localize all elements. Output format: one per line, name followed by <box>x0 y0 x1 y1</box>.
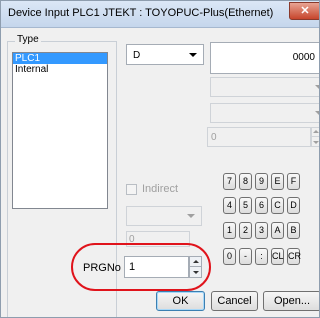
indirect-checkbox[interactable] <box>126 184 137 195</box>
numeric-field[interactable]: 0 <box>207 127 311 147</box>
key-0[interactable]: 0 <box>223 248 236 265</box>
close-icon: ✕ <box>300 5 310 17</box>
chevron-down-icon <box>187 214 195 218</box>
key-c[interactable]: C <box>271 197 284 214</box>
key-f[interactable]: F <box>287 173 300 190</box>
disabled-dropdown-2[interactable] <box>210 103 319 123</box>
arrow-up-icon <box>313 130 319 133</box>
key-1[interactable]: 1 <box>223 222 236 239</box>
ok-button[interactable]: OK <box>156 291 205 311</box>
key-cr[interactable]: CR <box>287 248 301 265</box>
prgno-value: 1 <box>129 261 136 273</box>
device-input-dialog: Device Input PLC1 JTEKT : TOYOPUC-Plus(E… <box>0 0 320 318</box>
type-listbox[interactable]: PLC1 Internal <box>12 52 108 209</box>
disabled-dropdown-1[interactable] <box>210 77 319 97</box>
chevron-down-icon <box>315 111 319 115</box>
key-e[interactable]: E <box>271 173 284 190</box>
numeric-field-value: 0 <box>211 132 217 143</box>
spin-up-button[interactable] <box>312 128 319 137</box>
type-group-label: Type <box>15 34 41 45</box>
key-a[interactable]: A <box>271 222 284 239</box>
key-5[interactable]: 5 <box>239 197 252 214</box>
prgno-spin-down[interactable] <box>190 267 201 277</box>
spin-down-button[interactable] <box>312 137 319 146</box>
key-6[interactable]: 6 <box>255 197 268 214</box>
prgno-spinner[interactable] <box>189 256 202 278</box>
key-d[interactable]: D <box>287 197 300 214</box>
address-field[interactable]: 0000 <box>210 42 319 74</box>
chevron-down-icon <box>189 52 197 57</box>
key-3[interactable]: 3 <box>255 222 268 239</box>
open-button[interactable]: Open... <box>263 291 319 311</box>
indirect-number-value: 0 <box>129 234 135 245</box>
chevron-down-icon <box>315 85 319 89</box>
key-2[interactable]: 2 <box>239 222 252 239</box>
key-7[interactable]: 7 <box>223 173 236 190</box>
arrow-down-icon <box>313 140 319 144</box>
arrow-up-icon <box>192 259 199 263</box>
window-title: Device Input PLC1 JTEKT : TOYOPUC-Plus(E… <box>8 7 274 19</box>
prgno-label: PRGNo <box>83 262 121 274</box>
prgno-spin-up[interactable] <box>190 257 201 267</box>
close-button[interactable]: ✕ <box>289 2 319 20</box>
key-8[interactable]: 8 <box>239 173 252 190</box>
type-item-internal[interactable]: Internal <box>13 64 107 75</box>
type-item-plc1[interactable]: PLC1 <box>13 53 107 64</box>
key-minus[interactable]: - <box>239 248 252 265</box>
indirect-number-field[interactable]: 0 <box>126 231 190 247</box>
cancel-button[interactable]: Cancel <box>211 291 258 311</box>
title-bar: Device Input PLC1 JTEKT : TOYOPUC-Plus(E… <box>1 1 319 28</box>
key-b[interactable]: B <box>287 222 300 239</box>
device-dropdown-value: D <box>133 50 141 61</box>
key-cl[interactable]: CL <box>271 248 284 265</box>
key-colon[interactable]: : <box>255 248 268 265</box>
prgno-field[interactable]: 1 <box>124 256 189 278</box>
device-dropdown[interactable]: D <box>126 44 204 65</box>
address-value: 0000 <box>292 52 315 63</box>
arrow-down-icon <box>192 271 199 274</box>
key-9[interactable]: 9 <box>255 173 268 190</box>
numeric-spinner[interactable] <box>311 127 319 147</box>
indirect-label: Indirect <box>142 183 179 195</box>
key-4[interactable]: 4 <box>223 197 236 214</box>
indirect-dropdown[interactable] <box>126 206 202 226</box>
